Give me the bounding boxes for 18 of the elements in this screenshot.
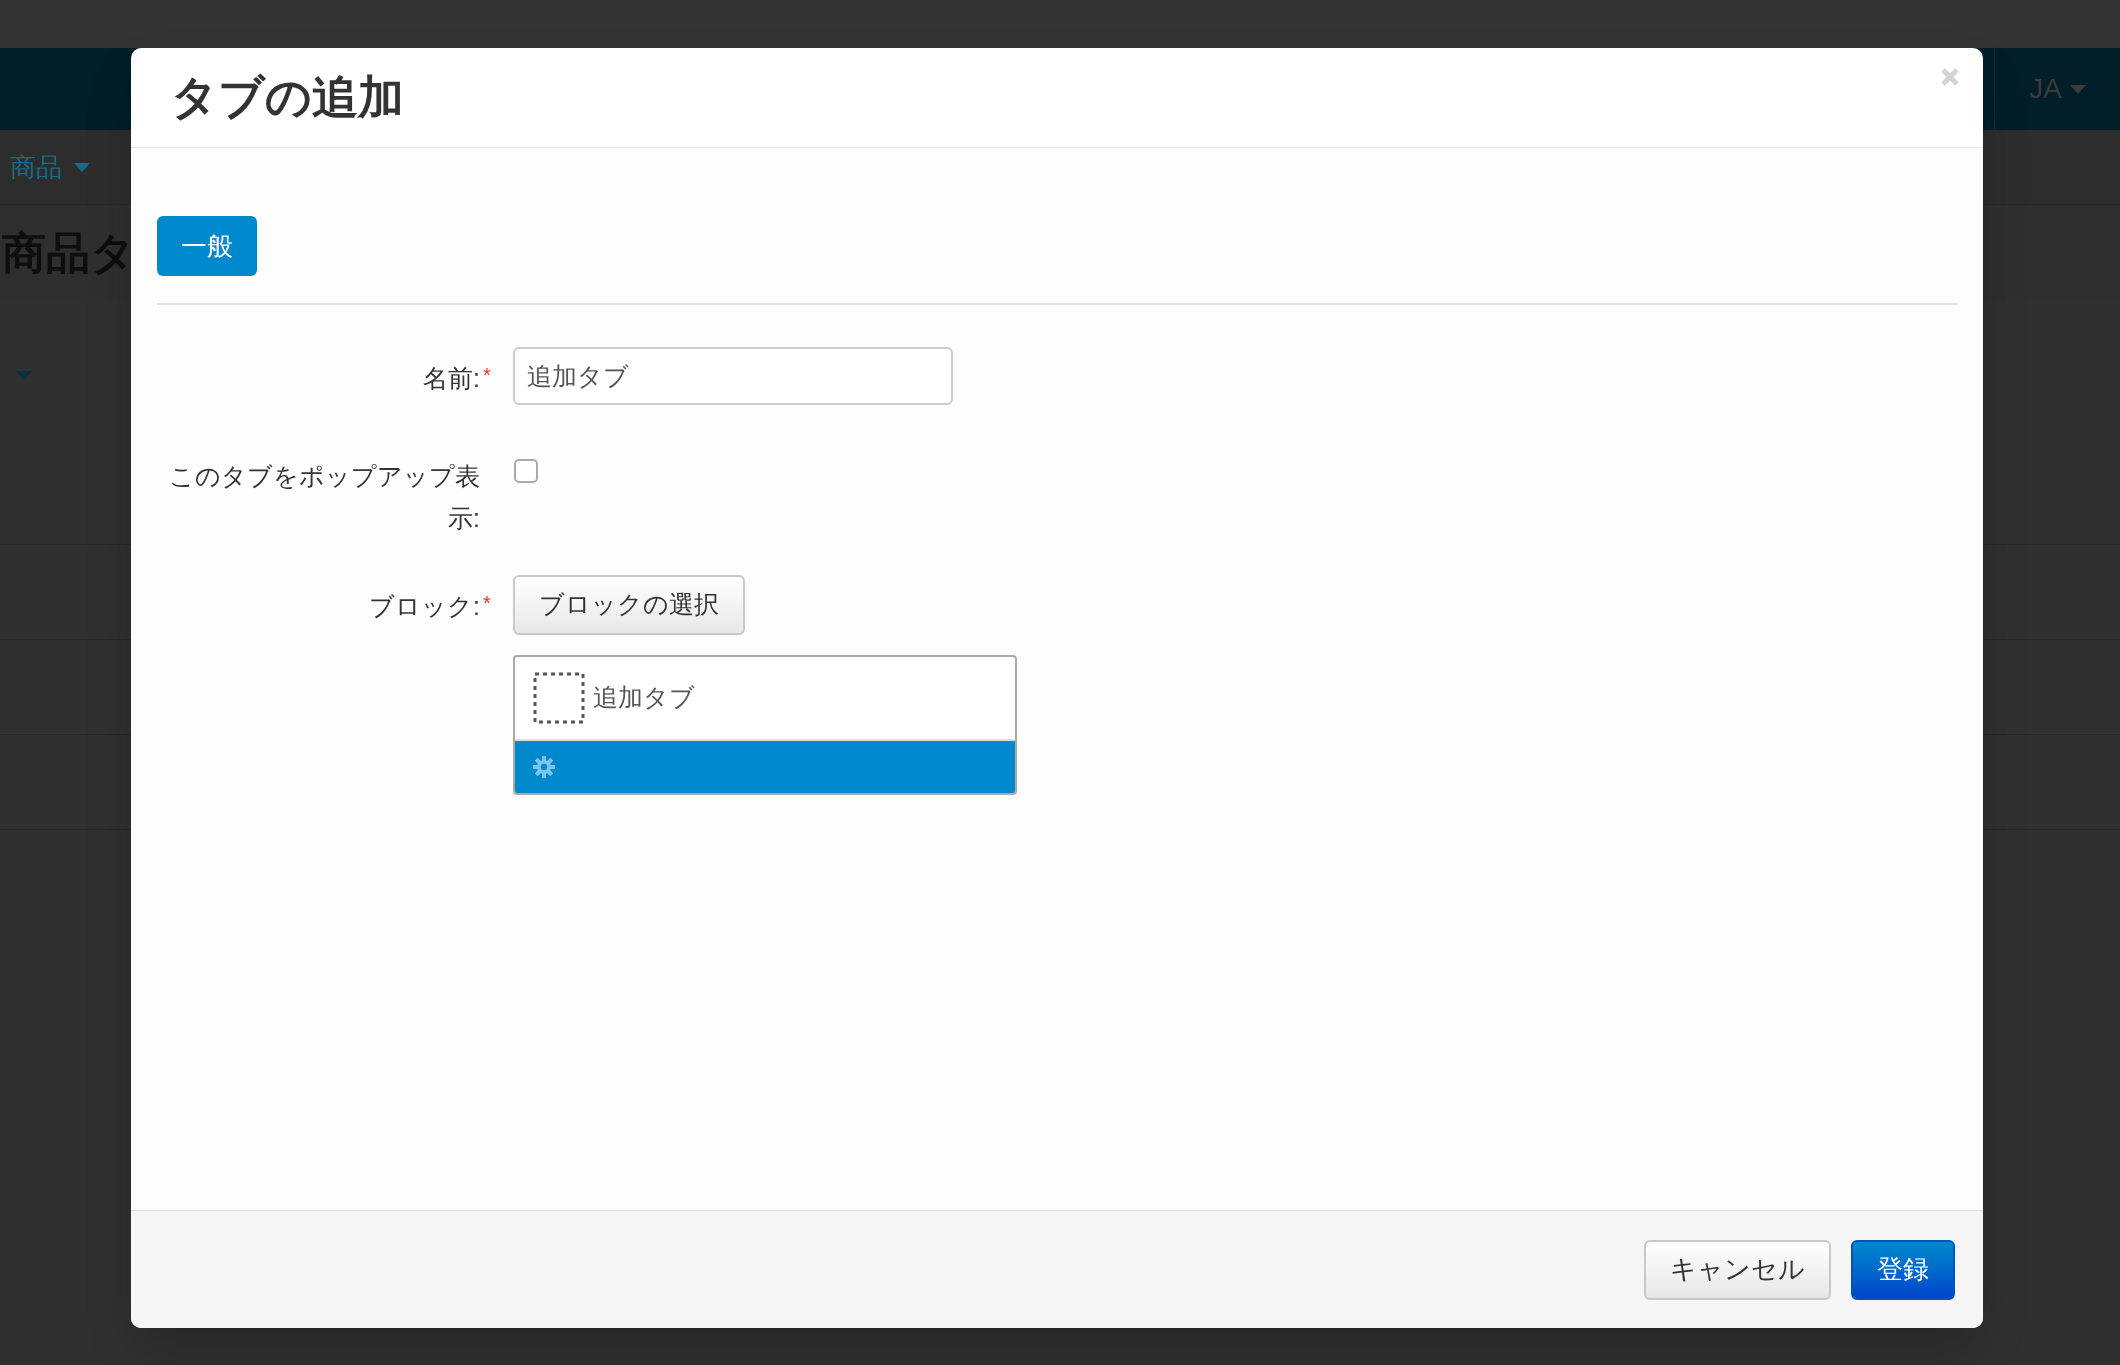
cancel-button[interactable]: キャンセル xyxy=(1644,1239,1831,1300)
name-input[interactable]: 追加タブ xyxy=(513,347,953,405)
close-icon[interactable] xyxy=(1941,68,1959,86)
dotted-square-icon xyxy=(533,672,585,724)
caret-icon xyxy=(2070,84,2086,94)
dialog-title: タブの追加 xyxy=(171,70,404,125)
required-mark: * xyxy=(482,591,492,616)
register-button[interactable]: 登録 xyxy=(1851,1239,1955,1300)
caret-icon xyxy=(16,370,32,380)
field-label: このタブをポップアップ表示: xyxy=(168,461,480,534)
caret-icon xyxy=(74,162,90,172)
tab[interactable]: 一般 xyxy=(157,216,257,276)
required-mark: * xyxy=(482,363,492,388)
gear-icon[interactable] xyxy=(533,756,555,778)
field-label: 名前: xyxy=(423,363,480,394)
field-label: ブロック: xyxy=(369,591,480,622)
select-block-button[interactable]: ブロックの選択 xyxy=(513,575,745,635)
checkbox[interactable] xyxy=(514,459,538,483)
